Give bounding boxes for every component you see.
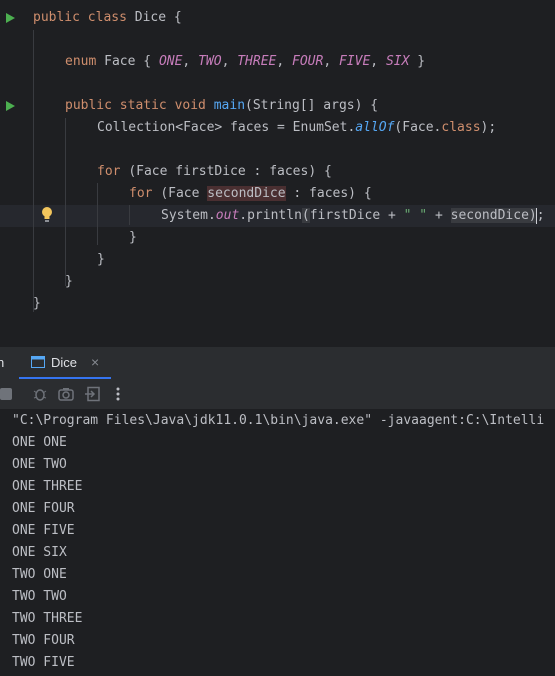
code-editor[interactable]: public class Dice { enum Face { ONE, TWO… [0,0,555,346]
console-line: TWO FIVE [12,655,75,670]
enum-name: Face [104,54,136,69]
brace: } [417,54,426,69]
keyword: for [97,164,121,179]
brace: { [143,54,152,69]
indent-guide [97,183,98,245]
close-icon[interactable]: × [91,354,99,370]
tab-label: Dice [51,354,78,370]
brace: { [173,10,182,25]
code-line-10: } [65,274,73,289]
console-line: TWO THREE [12,611,83,626]
code-text: + [427,208,451,223]
console-line: ONE SIX [12,545,67,560]
enum-const: FIVE [338,54,371,69]
string-literal: " " [403,208,428,223]
console-tab-icon [31,356,45,368]
console-line: TWO ONE [12,567,67,582]
code-line-2: enum Face { ONE, TWO, THREE, FOUR, FIVE,… [65,54,426,69]
enum-const: SIX [385,54,410,69]
more-icon[interactable] [110,386,126,402]
static-field: out [215,208,240,223]
console-line: ONE FIVE [12,523,75,538]
panel-title-clipped: n [0,355,5,370]
camera-icon[interactable] [58,386,74,402]
run-icon[interactable] [6,101,15,111]
enum-const: TWO [198,54,222,69]
keyword: public class [33,10,127,25]
static-method: allOf [355,120,395,135]
keyword: public static void [65,98,206,113]
code-text: firstDice + [309,208,404,223]
run-icon[interactable] [6,13,15,23]
code-line-8: } [129,230,137,245]
tab-dice[interactable]: Dice × [19,347,112,379]
code-text: (Face [160,186,208,201]
code-line-4: Collection<Face> faces = EnumSet.allOf(F… [97,117,496,139]
console-line: ONE ONE [12,435,67,450]
code-line-11: } [33,296,41,311]
code-line-5: for (Face firstDice : faces) { [97,161,332,183]
keyword: class [441,120,481,135]
method-args: (String[] args) { [245,98,379,113]
code-line-6: for (Face secondDice : faces) { [129,183,372,205]
enum-const: FOUR [292,54,324,69]
code-text: ; [536,208,545,223]
indent-guide [129,205,130,225]
paren: ( [301,208,310,223]
code-text: System. [161,208,216,223]
variable-declaration: secondDice [207,186,286,201]
code-line-1: public class Dice { [33,7,182,29]
code-text: : faces) { [285,186,372,201]
run-toolbar [0,379,555,409]
variable-usage: secondDice [450,208,529,223]
console-line: ONE THREE [12,479,83,494]
class-name: Dice [134,10,167,25]
code-text: Collection<Face> faces = EnumSet. [97,120,356,135]
stop-icon[interactable] [0,386,14,402]
lightbulb-icon[interactable] [40,205,54,225]
console-command-line: "C:\Program Files\Java\jdk11.0.1\bin\jav… [12,413,545,428]
console-line: TWO TWO [12,589,67,604]
exit-icon[interactable] [85,386,101,402]
console-line: TWO FOUR [12,633,75,648]
keyword: for [129,186,153,201]
method-name: main [213,98,246,113]
code-line-3: public static void main(String[] args) { [65,95,378,117]
code-text: .println [239,208,302,223]
enum-const: THREE [237,54,277,69]
code-line-9: } [97,252,105,267]
code-line-7: System.out.println(firstDice + " " + sec… [161,205,545,227]
indent-guide [65,118,66,286]
console-line: ONE TWO [12,457,67,472]
code-text: ); [480,120,497,135]
enum-const: ONE [158,54,183,69]
keyword: enum [65,54,97,69]
code-text: (Face. [394,120,442,135]
code-text: (Face firstDice : faces) { [128,164,332,179]
debug-icon[interactable] [32,386,48,402]
console-line: ONE FOUR [12,501,75,516]
console-output[interactable]: "C:\Program Files\Java\jdk11.0.1\bin\jav… [0,409,555,676]
run-panel-header: n Dice × [0,346,555,380]
indent-guide [33,30,34,312]
